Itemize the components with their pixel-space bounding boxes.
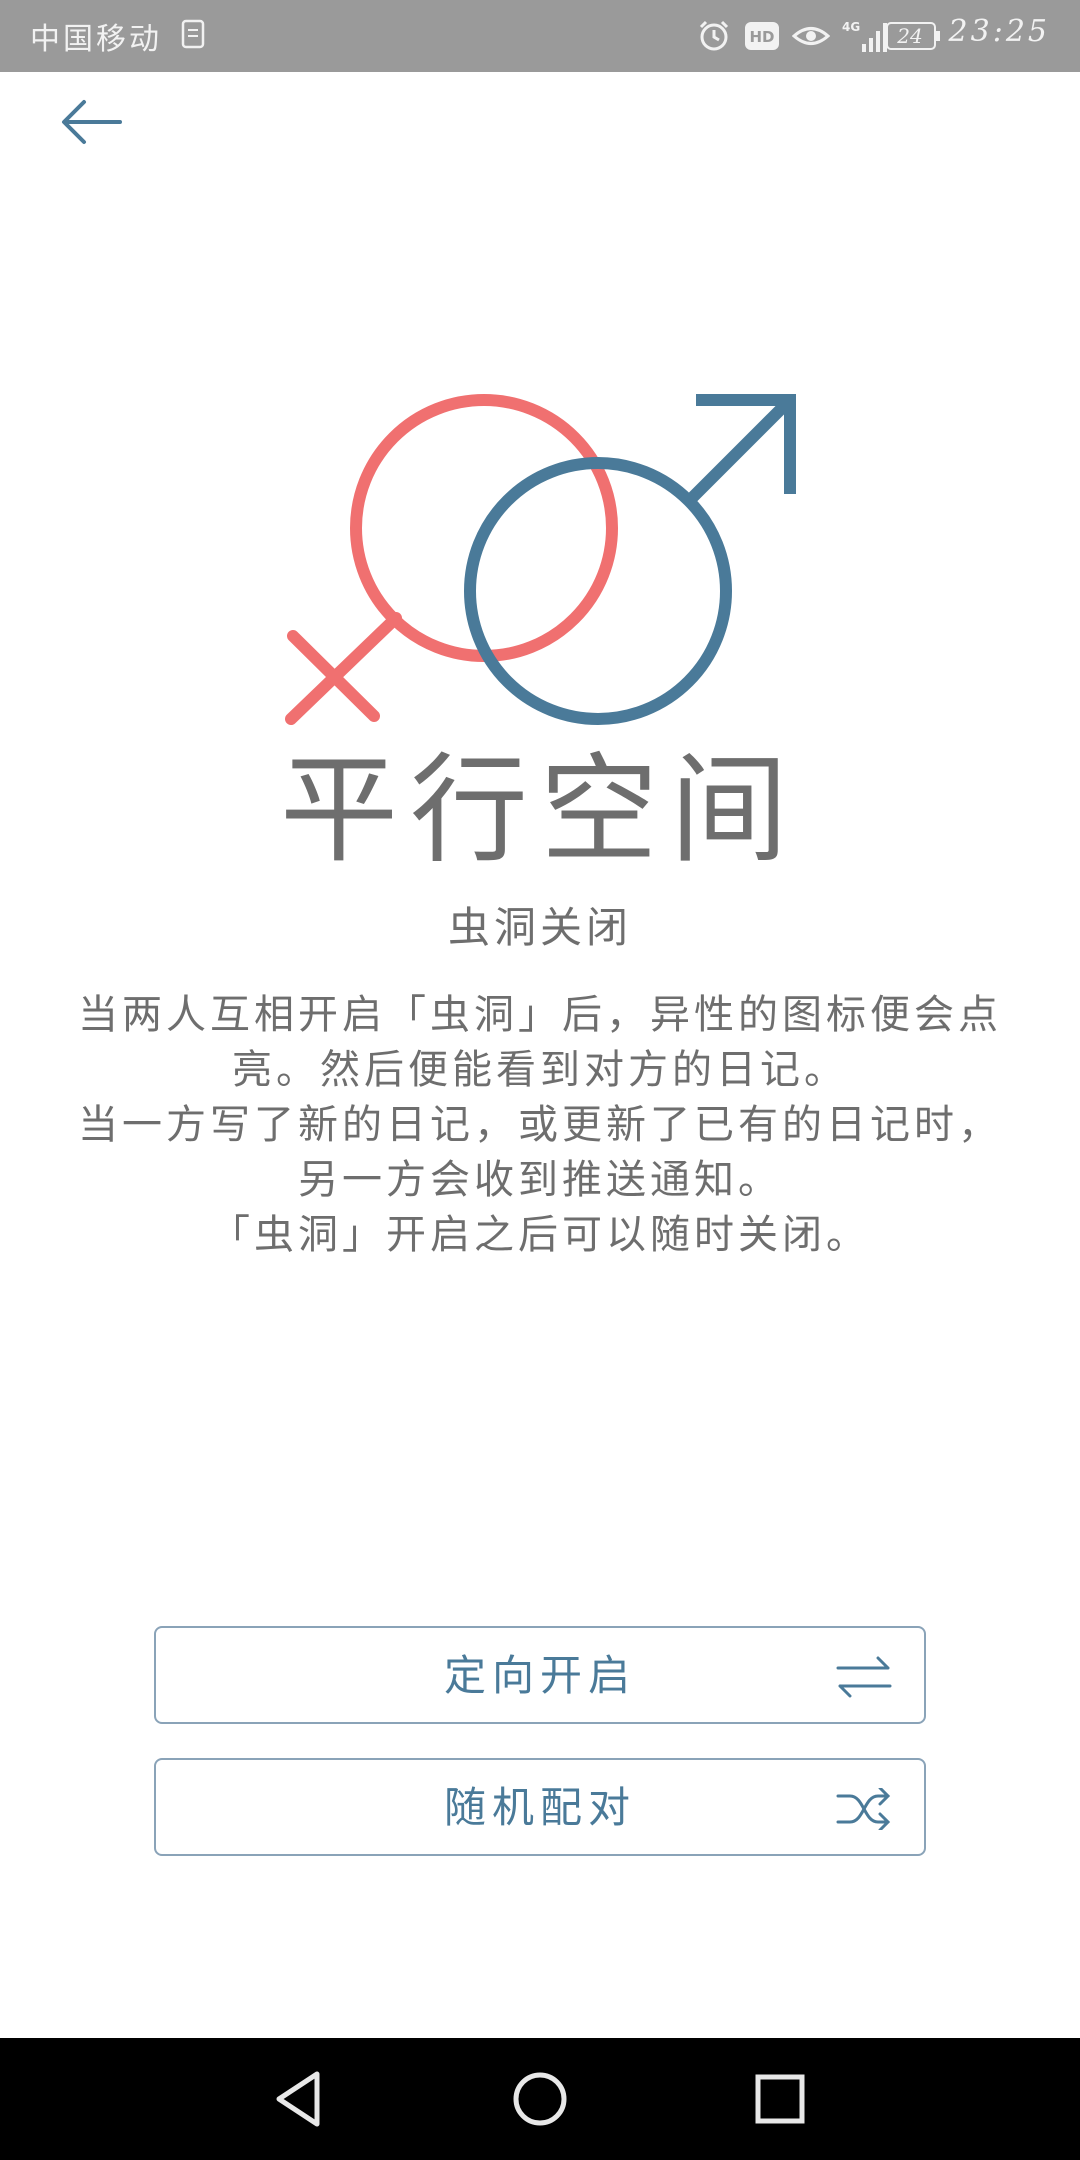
carrier-name: 中国移动	[30, 22, 162, 57]
alarm-icon	[699, 20, 729, 51]
clock: 23:25	[948, 14, 1050, 49]
female-symbol-icon	[285, 394, 618, 725]
swap-arrows-icon	[836, 1656, 892, 1698]
signal-icon: 4G	[842, 20, 887, 52]
hd-icon: HD	[745, 22, 779, 50]
description-paragraph: 当两人互相开启「虫洞」后，异性的图标便会点亮。然后便能看到对方的日记。	[78, 992, 1002, 1093]
description-paragraph: 当一方写了新的日记，或更新了已有的日记时，另一方会收到推送通知。	[78, 1102, 1002, 1203]
description: 当两人互相开启「虫洞」后，异性的图标便会点亮。然后便能看到对方的日记。 当一方写…	[70, 988, 1010, 1263]
back-button[interactable]	[58, 96, 132, 148]
male-symbol-icon	[464, 394, 796, 725]
nav-home-icon[interactable]	[505, 2064, 575, 2134]
random-match-button[interactable]: 随机配对	[154, 1758, 926, 1856]
page-title: 平行空间	[279, 741, 800, 879]
status-bar: 中国移动 HD 4G 24 23:25	[0, 0, 1080, 72]
battery-level: 24	[897, 24, 923, 48]
gender-symbol-icon	[285, 394, 796, 725]
status-subtitle: 虫洞关闭	[447, 903, 632, 952]
directed-open-label: 定向开启	[443, 1651, 636, 1700]
description-paragraph: 「虫洞」开启之后可以随时关闭。	[210, 1212, 870, 1258]
svg-text:HD: HD	[749, 28, 774, 46]
nav-recents-icon[interactable]	[745, 2064, 815, 2134]
random-match-label: 随机配对	[443, 1783, 636, 1832]
shuffle-icon	[836, 1788, 891, 1830]
status-icons: HD 4G	[696, 14, 890, 58]
directed-open-button[interactable]: 定向开启	[154, 1626, 926, 1724]
svg-text:4G: 4G	[842, 20, 860, 34]
system-nav-bar	[0, 2038, 1080, 2160]
battery-indicator: 24	[886, 22, 942, 50]
document-icon	[181, 19, 205, 49]
arrow-left-icon	[62, 100, 122, 144]
eye-icon	[792, 27, 830, 45]
nav-back-icon[interactable]	[265, 2064, 335, 2134]
